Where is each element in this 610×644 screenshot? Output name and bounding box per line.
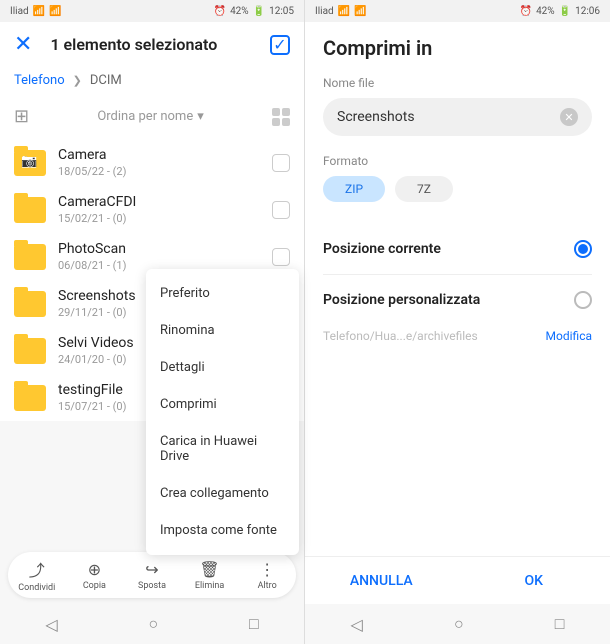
item-checkbox[interactable] — [272, 154, 290, 172]
selection-title: 1 elemento selezionato — [50, 35, 270, 54]
clear-icon[interactable]: ✕ — [560, 108, 578, 126]
status-bar: Iliad 📶 📶 ⏰ 42% 🔋 12:05 — [0, 0, 304, 22]
dropdown-icon: ▾ — [197, 109, 204, 124]
position-current-option[interactable]: Posizione corrente — [323, 228, 592, 270]
file-manager-screen: Iliad 📶 📶 ⏰ 42% 🔋 12:05 ✕ 1 elemento sel… — [0, 0, 305, 644]
breadcrumb-current: DCIM — [90, 73, 122, 88]
menu-item[interactable]: Crea collegamento — [146, 475, 299, 512]
recent-nav-icon[interactable]: □ — [249, 614, 259, 634]
wifi-icon: 📶 — [354, 6, 366, 17]
selection-header: ✕ 1 elemento selezionato ✓ — [0, 22, 304, 67]
menu-item[interactable]: Rinomina — [146, 312, 299, 349]
wifi-icon: 📶 — [49, 6, 61, 17]
signal-icon: 📶 — [33, 6, 45, 17]
radio-checked-icon — [574, 240, 592, 258]
copy-icon: ⊕ — [88, 560, 101, 579]
item-checkbox[interactable] — [272, 201, 290, 219]
chevron-right-icon: ❯ — [73, 74, 82, 87]
recent-nav-icon[interactable]: □ — [555, 614, 565, 634]
format-7z[interactable]: 7Z — [395, 176, 453, 202]
share-icon: ⤴ — [29, 557, 45, 581]
dialog-footer: ANNULLA OK — [305, 556, 610, 604]
menu-item[interactable]: Comprimi — [146, 386, 299, 423]
more-icon: ⋮ — [259, 560, 275, 579]
context-menu: PreferitoRinominaDettagliComprimiCarica … — [146, 269, 299, 555]
nav-bar: ◁ ○ □ — [0, 604, 304, 644]
menu-item[interactable]: Preferito — [146, 275, 299, 312]
carrier-label: Iliad — [10, 6, 29, 17]
folder-icon — [14, 385, 46, 411]
clock-label: 12:06 — [575, 6, 600, 17]
folder-icon — [14, 338, 46, 364]
home-nav-icon[interactable]: ○ — [148, 614, 158, 634]
folder-icon — [14, 244, 46, 270]
move-button[interactable]: ↪Sposta — [123, 560, 181, 591]
item-title: Camera — [58, 147, 272, 163]
close-icon[interactable]: ✕ — [14, 32, 32, 57]
battery-icon: 🔋 — [559, 6, 571, 17]
cancel-button[interactable]: ANNULLA — [305, 557, 458, 604]
compress-dialog-screen: Iliad 📶 📶 ⏰ 42% 🔋 12:06 Comprimi in Nome… — [305, 0, 610, 644]
dialog-title: Comprimi in — [323, 36, 592, 60]
format-options: ZIP 7Z — [323, 176, 592, 202]
copy-button[interactable]: ⊕Copia — [66, 560, 124, 591]
move-icon: ↪ — [145, 560, 158, 579]
clock-label: 12:05 — [269, 6, 294, 17]
back-nav-icon[interactable]: ◁ — [45, 615, 57, 634]
battery-icon: 🔋 — [253, 6, 265, 17]
signal-icon: 📶 — [338, 6, 350, 17]
folder-icon — [14, 197, 46, 223]
item-title: PhotoScan — [58, 241, 272, 257]
share-button[interactable]: ⤴Condividi — [8, 557, 66, 593]
battery-label: 42% — [536, 6, 555, 17]
format-zip[interactable]: ZIP — [323, 176, 385, 202]
breadcrumb-root[interactable]: Telefono — [14, 73, 65, 88]
alarm-icon: ⏰ — [520, 6, 532, 17]
carrier-label: Iliad — [315, 6, 334, 17]
alarm-icon: ⏰ — [214, 6, 226, 17]
menu-item[interactable]: Carica in Huawei Drive — [146, 423, 299, 475]
divider — [323, 274, 592, 275]
sort-button[interactable]: Ordina per nome ▾ — [97, 109, 203, 124]
trash-icon: 🗑 — [199, 560, 219, 579]
radio-unchecked-icon — [574, 291, 592, 309]
menu-item[interactable]: Dettagli — [146, 349, 299, 386]
folder-icon — [14, 291, 46, 317]
toolbar: ⊞ Ordina per nome ▾ — [0, 94, 304, 139]
path-row: Telefono/Hua...e/archivefiles Modifica — [323, 321, 592, 351]
ok-button[interactable]: OK — [458, 557, 610, 604]
status-bar: Iliad 📶 📶 ⏰ 42% 🔋 12:06 — [305, 0, 610, 22]
compress-form: Comprimi in Nome file Screenshots ✕ Form… — [305, 22, 610, 604]
position-custom-option[interactable]: Posizione personalizzata — [323, 279, 592, 321]
filename-input[interactable]: Screenshots ✕ — [323, 98, 592, 136]
back-nav-icon[interactable]: ◁ — [351, 615, 363, 634]
home-nav-icon[interactable]: ○ — [454, 614, 464, 634]
folder-icon — [14, 150, 46, 176]
filename-label: Nome file — [323, 76, 592, 90]
menu-item[interactable]: Imposta come fonte — [146, 512, 299, 549]
action-bar: ⤴Condividi ⊕Copia ↪Sposta 🗑Elimina ⋮Altr… — [8, 552, 296, 598]
format-label: Formato — [323, 154, 592, 168]
list-item[interactable]: Camera 18/05/22 - (2) — [0, 139, 304, 186]
more-button[interactable]: ⋮Altro — [238, 560, 296, 591]
delete-button[interactable]: 🗑Elimina — [181, 560, 239, 591]
edit-link[interactable]: Modifica — [546, 329, 592, 343]
nav-bar: ◁ ○ □ — [305, 604, 610, 644]
new-folder-icon[interactable]: ⊞ — [14, 106, 29, 127]
breadcrumb: Telefono ❯ DCIM — [0, 67, 304, 94]
item-checkbox[interactable] — [272, 248, 290, 266]
list-item[interactable]: CameraCFDI 15/02/21 - (0) — [0, 186, 304, 233]
item-subtitle: 18/05/22 - (2) — [58, 165, 272, 178]
select-all-checkbox[interactable]: ✓ — [270, 35, 290, 55]
item-title: CameraCFDI — [58, 194, 272, 210]
path-text: Telefono/Hua...e/archivefiles — [323, 329, 478, 343]
view-grid-icon[interactable] — [272, 108, 290, 126]
item-subtitle: 15/02/21 - (0) — [58, 212, 272, 225]
battery-label: 42% — [230, 6, 249, 17]
